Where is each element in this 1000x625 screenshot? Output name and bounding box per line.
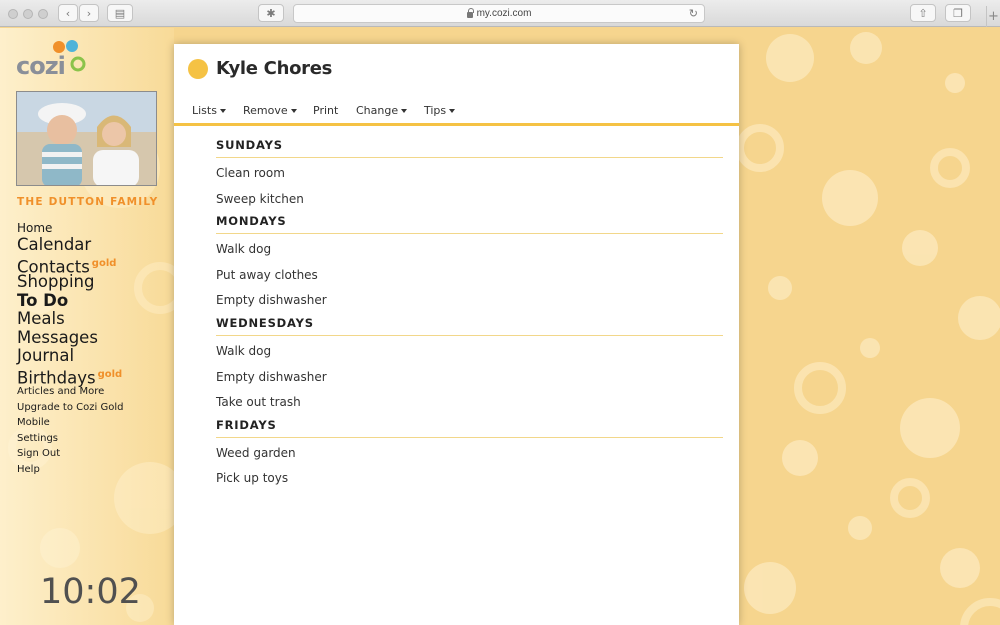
list-item[interactable]: Put away clothes	[216, 263, 723, 289]
list-toolbar: Lists Remove Print Change Tips	[174, 102, 739, 126]
nav-home[interactable]: Home	[17, 220, 123, 236]
change-menu-label: Change	[356, 104, 399, 117]
gold-badge: gold	[97, 368, 123, 380]
chevron-down-icon	[401, 109, 408, 113]
nav-settings[interactable]: Settings	[17, 431, 123, 447]
tips-menu-label: Tips	[424, 104, 447, 117]
section-heading-wednesdays: WEDNESDAYS	[216, 314, 723, 336]
nav-todo[interactable]: To Do	[17, 291, 123, 311]
list-item[interactable]: Weed garden	[216, 441, 723, 467]
family-name: THE DUTTON FAMILY	[17, 196, 159, 208]
remove-menu-label: Remove	[243, 104, 288, 117]
lists-menu-label: Lists	[192, 104, 217, 117]
change-menu-button[interactable]: Change	[356, 104, 408, 117]
minimize-window-icon[interactable]	[23, 9, 33, 19]
extension-icon[interactable]: ✱	[258, 4, 284, 22]
list-item[interactable]: Empty dishwasher	[216, 288, 723, 314]
list-item[interactable]: Walk dog	[216, 237, 723, 263]
tabs-icon[interactable]: ❐	[945, 4, 971, 22]
back-icon[interactable]: ‹	[58, 4, 78, 22]
forward-icon[interactable]: ›	[79, 4, 99, 22]
cozi-logo[interactable]: cozi	[16, 40, 96, 80]
nav-journal[interactable]: Journal	[17, 346, 123, 366]
print-label: Print	[313, 104, 339, 117]
gold-badge: gold	[91, 257, 117, 269]
logo-text: cozi	[16, 52, 66, 80]
zoom-window-icon[interactable]	[38, 9, 48, 19]
print-button[interactable]: Print	[313, 104, 338, 117]
list-item[interactable]: Sweep kitchen	[216, 187, 723, 213]
list-item[interactable]: Clean room	[216, 161, 723, 187]
page-title: Kyle Chores	[216, 58, 333, 79]
sidebar-icon[interactable]: ▤	[107, 4, 133, 22]
nav-upgrade[interactable]: Upgrade to Cozi Gold	[17, 400, 123, 416]
address-bar[interactable]: my.cozi.com ↻	[293, 4, 705, 23]
main-nav: Home Calendar Contacts gold Shopping To D…	[17, 220, 123, 477]
close-window-icon[interactable]	[8, 9, 18, 19]
nav-mobile[interactable]: Mobile	[17, 415, 123, 431]
list-color-dot-icon	[188, 59, 208, 79]
section-heading-sundays: SUNDAYS	[216, 136, 723, 158]
list-item[interactable]: Walk dog	[216, 339, 723, 365]
nav-contacts[interactable]: Contacts gold	[17, 255, 123, 276]
tips-menu-button[interactable]: Tips	[424, 104, 456, 117]
chevron-down-icon	[219, 109, 226, 113]
family-photo[interactable]	[16, 91, 157, 186]
new-tab-icon[interactable]: +	[986, 6, 1000, 27]
nav-calendar[interactable]: Calendar	[17, 235, 123, 255]
list-item[interactable]: Take out trash	[216, 390, 723, 416]
nav-shopping[interactable]: Shopping	[17, 272, 123, 292]
section-heading-fridays: FRIDAYS	[216, 416, 723, 438]
url-text: my.cozi.com	[476, 8, 532, 19]
chevron-down-icon	[449, 109, 456, 113]
lists-menu-button[interactable]: Lists	[192, 104, 226, 117]
browser-toolbar: ‹ › ▤ ✱ my.cozi.com ↻ ⇧ ❐ +	[0, 0, 1000, 27]
sidebar: cozi THE DUTTON FAMILY Home Calendar Con…	[0, 28, 174, 625]
reload-icon[interactable]: ↻	[689, 7, 698, 20]
nav-signout[interactable]: Sign Out	[17, 446, 123, 462]
nav-birthdays[interactable]: Birthdays gold	[17, 366, 123, 387]
chevron-down-icon	[290, 109, 297, 113]
chore-list: SUNDAYS Clean room Sweep kitchen MONDAYS…	[216, 136, 723, 492]
list-item[interactable]: Pick up toys	[216, 466, 723, 492]
nav-articles[interactable]: Articles and More	[17, 384, 123, 400]
nav-help[interactable]: Help	[17, 462, 123, 478]
todo-panel: Kyle Chores Lists Remove Print Change Ti…	[174, 44, 739, 625]
clock: 10:02	[40, 572, 141, 612]
remove-menu-button[interactable]: Remove	[243, 104, 297, 117]
share-icon[interactable]: ⇧	[910, 4, 936, 22]
list-item[interactable]: Empty dishwasher	[216, 365, 723, 391]
lock-icon	[466, 7, 474, 18]
nav-messages[interactable]: Messages	[17, 328, 123, 348]
nav-meals[interactable]: Meals	[17, 309, 123, 329]
section-heading-mondays: MONDAYS	[216, 212, 723, 235]
